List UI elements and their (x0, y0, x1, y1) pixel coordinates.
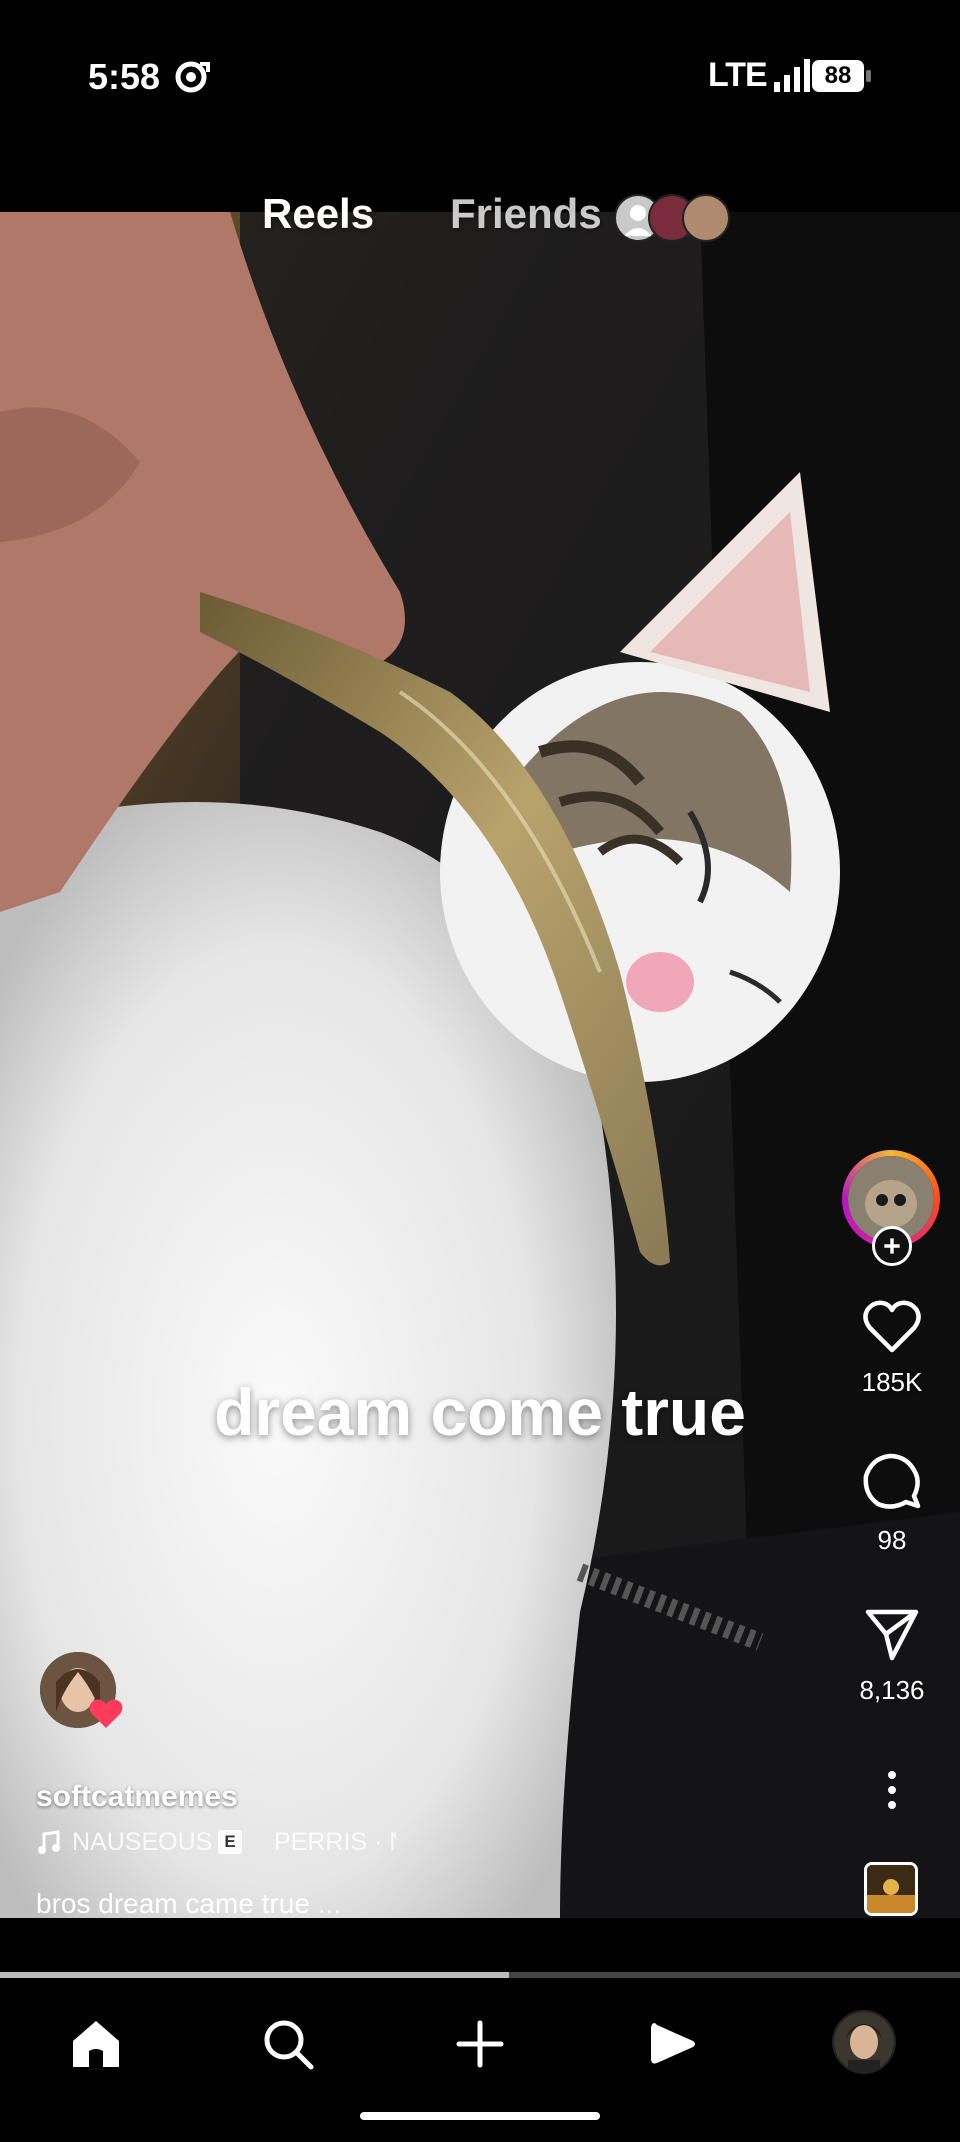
like-action[interactable]: 185K (840, 1298, 944, 1398)
reel-video[interactable] (0, 212, 960, 1918)
comment-count: 98 (877, 1525, 907, 1555)
caption-text: bros dream came true (36, 1888, 310, 1919)
battery-cap (866, 70, 871, 82)
nav-create[interactable] (440, 2004, 520, 2084)
audio-thumbnail[interactable] (864, 1862, 918, 1916)
send-icon[interactable] (862, 1606, 922, 1662)
battery-level: 88 (812, 60, 864, 92)
music-note-icon (38, 1830, 60, 1854)
nav-reels[interactable] (632, 2004, 712, 2084)
video-frame (0, 212, 960, 1918)
share-action[interactable]: 8,136 (840, 1606, 944, 1706)
like-count: 185K (861, 1367, 923, 1397)
status-time: 5:58 (88, 56, 161, 97)
reels-icon[interactable] (645, 2017, 699, 2071)
audio-info[interactable]: NAUSEOUS E PERRIS · N (36, 1828, 396, 1858)
signal-icon (774, 59, 810, 92)
bottom-nav (0, 1978, 960, 2142)
profile-avatar[interactable] (834, 2012, 894, 2072)
home-icon[interactable] (69, 2017, 123, 2071)
nav-search[interactable] (248, 2004, 328, 2084)
friend-avatar (682, 194, 730, 242)
network-type: LTE (708, 56, 768, 94)
battery-indicator: 88 (812, 60, 871, 92)
post-caption[interactable]: bros dream came true... (36, 1888, 341, 1920)
video-overlay-text: dream come true (214, 1375, 746, 1449)
status-bar: 5:58 LTE 88 (0, 0, 960, 152)
tab-friends[interactable]: Friends (450, 190, 602, 238)
share-count: 8,136 (859, 1675, 925, 1705)
home-indicator[interactable] (360, 2112, 600, 2120)
top-tabs: Reels Friends (0, 190, 960, 250)
music-title: NAUSEOUS (72, 1828, 213, 1856)
search-icon[interactable] (261, 2017, 315, 2071)
heart-icon[interactable] (862, 1298, 922, 1354)
comment-icon[interactable] (862, 1452, 922, 1512)
create-icon[interactable] (453, 2017, 507, 2071)
tab-reels[interactable]: Reels (262, 190, 374, 238)
follow-plus-icon[interactable] (872, 1226, 912, 1266)
explicit-badge: E (218, 1830, 242, 1854)
nav-profile[interactable] (832, 2010, 896, 2074)
heart-badge-icon (89, 1699, 123, 1728)
creator-username[interactable]: softcatmemes (36, 1780, 238, 1814)
music-artist: PERRIS · N (274, 1828, 396, 1856)
nav-home[interactable] (56, 2004, 136, 2084)
friend-avatars[interactable] (614, 194, 734, 242)
more-options-icon[interactable] (882, 1770, 902, 1810)
sync-icon (175, 61, 210, 93)
album-art-image (867, 1865, 915, 1913)
comment-action[interactable]: 98 (840, 1452, 944, 1556)
caption-more[interactable]: ... (318, 1888, 341, 1919)
